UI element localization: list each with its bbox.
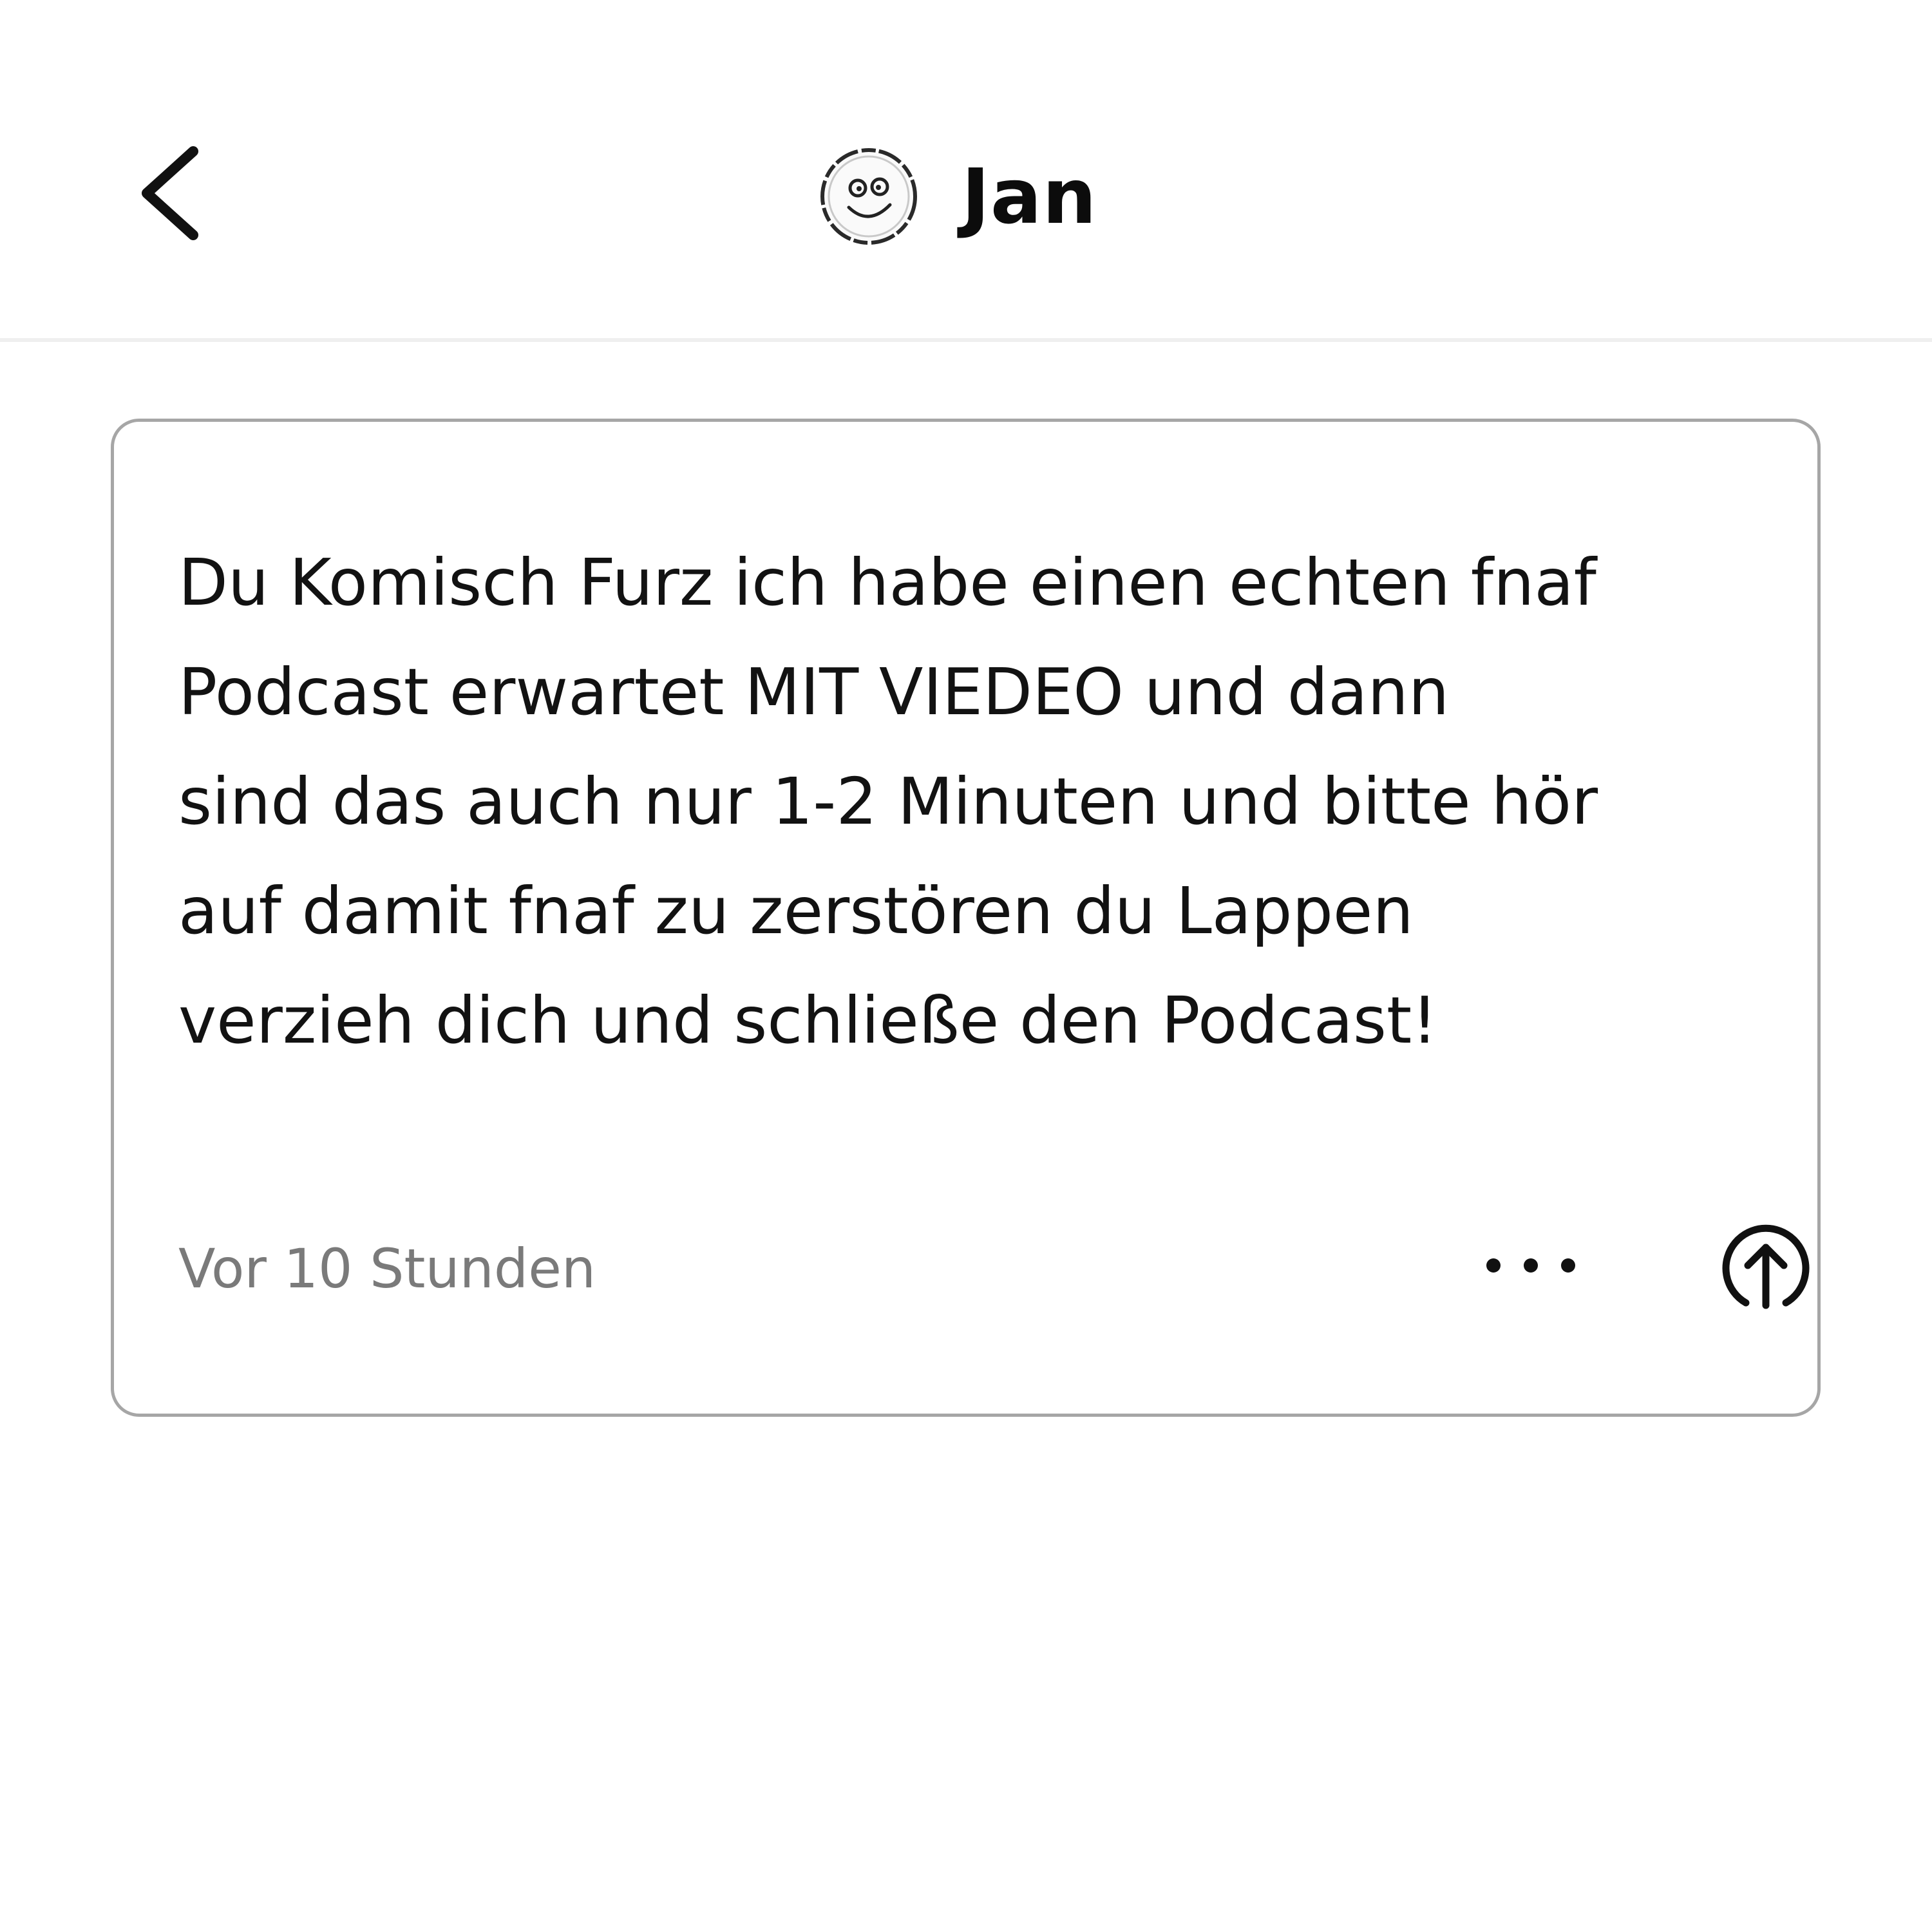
share-button[interactable] bbox=[1718, 1220, 1814, 1317]
timestamp: Vor 10 Stunden bbox=[178, 1237, 596, 1300]
comment-line: verzieh dich und schließe den Podcast! bbox=[178, 983, 1438, 1058]
chevron-left-icon bbox=[122, 129, 219, 258]
username: Jan bbox=[961, 152, 1097, 241]
comment-line: sind das auch nur 1-2 Minuten und bitte … bbox=[178, 764, 1598, 839]
back-button[interactable] bbox=[122, 129, 219, 258]
share-arrow-up-icon bbox=[1718, 1220, 1814, 1317]
profile-title[interactable]: Jan bbox=[818, 142, 1097, 251]
comment-text: Du Komisch Furz ich habe einen echten fn… bbox=[178, 528, 1776, 1075]
more-options-button[interactable] bbox=[1479, 1230, 1582, 1301]
comment-line: auf damit fnaf zu zerstören du Lappen bbox=[178, 873, 1414, 949]
more-horizontal-icon bbox=[1479, 1230, 1582, 1301]
comment-line: Podcast erwartet MIT VIEDEO und dann bbox=[178, 654, 1450, 730]
avatar[interactable] bbox=[818, 146, 920, 247]
comment-card: Du Komisch Furz ich habe einen echten fn… bbox=[111, 419, 1821, 1417]
smiley-avatar-icon bbox=[820, 148, 917, 245]
comment-line: Du Komisch Furz ich habe einen echten fn… bbox=[178, 545, 1596, 620]
top-bar: Jan bbox=[0, 0, 1932, 342]
